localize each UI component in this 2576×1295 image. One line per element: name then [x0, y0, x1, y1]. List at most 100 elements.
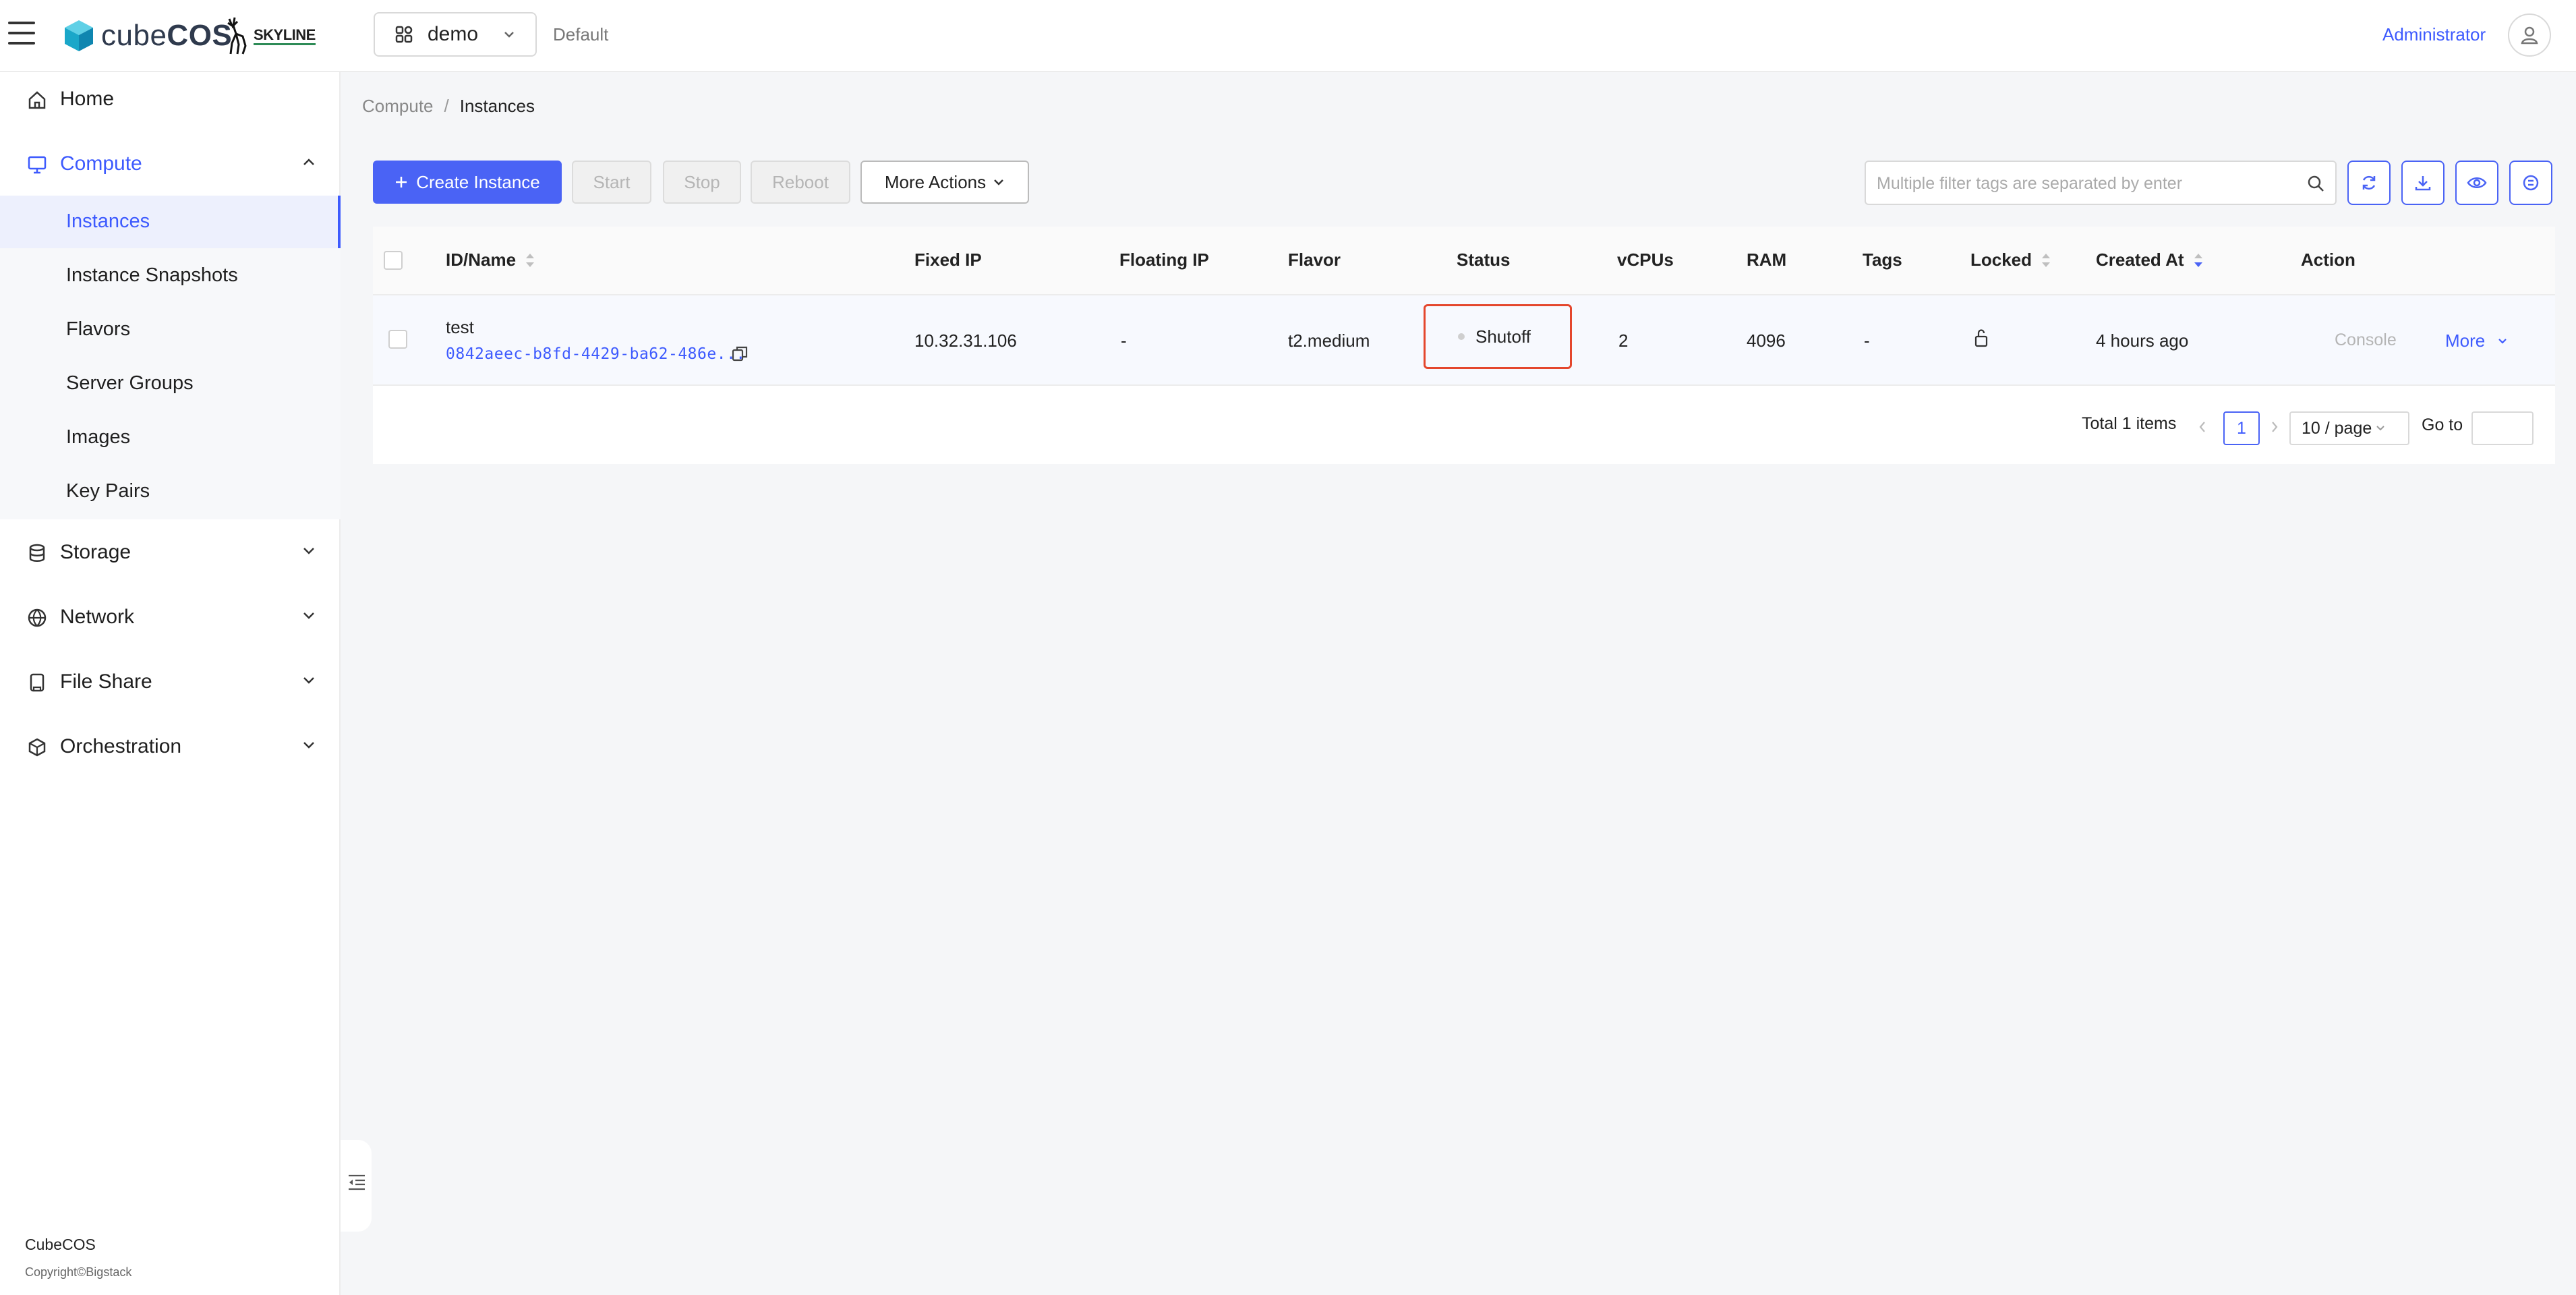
- filter-search-input[interactable]: [1877, 171, 2295, 196]
- more-actions-label: More Actions: [884, 171, 987, 192]
- sidebar-item-label: File Share: [60, 670, 152, 693]
- reboot-button[interactable]: Reboot: [751, 161, 850, 204]
- collapse-sidebar-button[interactable]: [341, 1140, 372, 1232]
- column-status: Status: [1457, 250, 1511, 270]
- goto-page-input[interactable]: [2471, 411, 2534, 445]
- download-icon: [2415, 176, 2431, 191]
- instance-name: test: [446, 317, 474, 337]
- fixed-ip: 10.32.31.106: [914, 330, 1017, 351]
- apps-icon: [395, 26, 413, 43]
- project-select[interactable]: demo: [374, 12, 537, 57]
- sidebar-item-server-groups[interactable]: Server Groups: [0, 357, 341, 410]
- settings-button[interactable]: [2509, 161, 2552, 205]
- sidebar-item-network[interactable]: Network: [0, 590, 341, 644]
- sidebar-item-label: Images: [66, 426, 131, 448]
- breadcrumb-separator: /: [444, 96, 449, 116]
- chevron-down-icon: [994, 179, 1004, 185]
- orchestration-icon: [28, 738, 46, 757]
- sort-desc-icon[interactable]: [2194, 253, 2203, 268]
- column-locked-label: Locked: [1970, 250, 2032, 270]
- chevron-down-icon: [504, 32, 514, 38]
- sidebar-item-label: Instances: [66, 210, 150, 232]
- avatar[interactable]: [2508, 13, 2551, 57]
- sidebar-item-compute[interactable]: Compute: [0, 137, 341, 191]
- chevron-down-icon: [303, 612, 314, 619]
- column-ram: RAM: [1747, 250, 1787, 270]
- refresh-button[interactable]: [2347, 161, 2391, 205]
- sidebar-item-flavors[interactable]: Flavors: [0, 304, 341, 356]
- chevron-down-icon: [303, 677, 314, 684]
- top-header: cubeCOS SKYLINE demo Default Administrat…: [0, 0, 2576, 72]
- search-box: [1865, 161, 2337, 205]
- prev-page-icon[interactable]: [2197, 420, 2208, 434]
- globe-icon: [28, 608, 47, 627]
- sidebar-item-instances[interactable]: Instances: [0, 196, 341, 248]
- sidebar-item-label: Storage: [60, 541, 131, 563]
- footer-brand: CubeCOS: [25, 1236, 96, 1253]
- project-name: demo: [428, 23, 479, 45]
- unlock-icon: [1974, 329, 1988, 347]
- search-icon[interactable]: [2307, 175, 2324, 192]
- sidebar-item-file-share[interactable]: File Share: [0, 655, 341, 709]
- user-link[interactable]: Administrator: [2382, 24, 2486, 45]
- sidebar-item-label: Network: [60, 606, 135, 628]
- compute-submenu: Instances Instance Snapshots Flavors Ser…: [0, 196, 341, 519]
- menu-fold-icon: [349, 1174, 365, 1190]
- more-actions-button[interactable]: More Actions: [860, 161, 1029, 204]
- page-size-label: 10 / page: [2302, 418, 2372, 438]
- instances-table: ID/Name Fixed IP Floating IP Flavor Stat…: [373, 227, 2555, 464]
- stop-button[interactable]: Stop: [663, 161, 741, 204]
- instance-id-link[interactable]: 0842aeec-b8fd-4429-ba62-486e...: [446, 345, 746, 363]
- sidebar-item-orchestration[interactable]: Orchestration: [0, 720, 341, 774]
- sort-icon[interactable]: [525, 253, 535, 268]
- column-action: Action: [2301, 250, 2355, 270]
- column-locked[interactable]: Locked: [1970, 250, 2051, 270]
- cube-logo-icon: [65, 20, 93, 51]
- reboot-label: Reboot: [772, 171, 829, 192]
- sidebar-item-images[interactable]: Images: [0, 411, 341, 464]
- skyline-logo: SKYLINE: [223, 16, 316, 55]
- sidebar-item-instance-snapshots[interactable]: Instance Snapshots: [0, 250, 341, 302]
- create-instance-label: Create Instance: [416, 171, 540, 192]
- skyline-text: SKYLINE: [254, 26, 316, 45]
- column-created-at[interactable]: Created At: [2096, 250, 2203, 270]
- column-floating-ip: Floating IP: [1119, 250, 1209, 270]
- select-all-checkbox[interactable]: [384, 251, 403, 270]
- next-page-icon[interactable]: [2269, 420, 2280, 434]
- chevron-down-icon: [303, 742, 314, 749]
- sidebar-item-storage[interactable]: Storage: [0, 525, 341, 579]
- sort-icon[interactable]: [2041, 253, 2051, 268]
- chevron-down-icon: [2376, 426, 2384, 431]
- stop-label: Stop: [684, 171, 720, 192]
- column-fixed-ip: Fixed IP: [914, 250, 982, 270]
- create-instance-button[interactable]: Create Instance: [373, 161, 562, 204]
- created-at: 4 hours ago: [2096, 330, 2189, 351]
- sidebar-item-key-pairs[interactable]: Key Pairs: [0, 465, 341, 518]
- deer-logo-icon: [227, 17, 247, 55]
- sidebar-item-label: Flavors: [66, 318, 131, 340]
- sidebar-item-label: Server Groups: [66, 372, 194, 394]
- cubecos-logo[interactable]: cubeCOS: [63, 18, 232, 54]
- column-id-name[interactable]: ID/Name: [446, 250, 535, 270]
- page-size-select[interactable]: 10 / page: [2289, 411, 2409, 445]
- row-checkbox[interactable]: [388, 330, 407, 349]
- home-icon: [28, 91, 46, 109]
- page-number-1[interactable]: 1: [2223, 411, 2260, 445]
- footer-copyright: Copyright©Bigstack: [25, 1265, 132, 1279]
- copy-icon[interactable]: [731, 345, 749, 362]
- chevron-down-icon: [2498, 338, 2507, 344]
- download-button[interactable]: [2401, 161, 2445, 205]
- refresh-icon: [2362, 175, 2376, 190]
- more-actions-dropdown[interactable]: More: [2445, 330, 2508, 351]
- sidebar-item-home[interactable]: Home: [0, 72, 341, 126]
- breadcrumb-compute[interactable]: Compute: [362, 96, 434, 116]
- status-text: Shutoff: [1475, 326, 1531, 347]
- menu-icon[interactable]: [8, 22, 35, 47]
- start-button[interactable]: Start: [572, 161, 651, 204]
- column-id-name-label: ID/Name: [446, 250, 517, 270]
- vcpus: 2: [1618, 330, 1629, 351]
- console-link[interactable]: Console: [2335, 330, 2397, 350]
- table-header: ID/Name Fixed IP Floating IP Flavor Stat…: [373, 227, 2555, 295]
- file-share-icon: [30, 673, 45, 692]
- view-columns-button[interactable]: [2455, 161, 2498, 205]
